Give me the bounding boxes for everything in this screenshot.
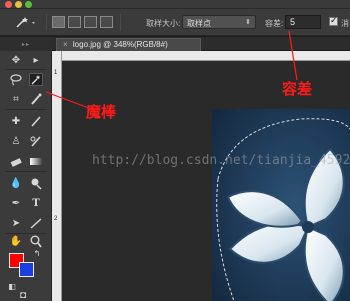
hand-icon[interactable]: ✋	[9, 235, 23, 248]
toolbox-separator	[5, 69, 47, 70]
ruler-number: 1	[54, 70, 58, 76]
document-tab-bar: × logo.jpg @ 348%(RGB/8#)	[52, 37, 350, 51]
options-separator	[120, 14, 121, 31]
tool-preset-picker[interactable]	[14, 16, 38, 29]
quick-mask-icon[interactable]: ◘	[16, 289, 30, 301]
magic-wand-annotation: 魔棒	[86, 103, 117, 121]
intersect-selection-button[interactable]	[100, 16, 113, 28]
document-image[interactable]	[212, 109, 350, 301]
add-to-selection-button[interactable]	[68, 16, 81, 28]
move-tool-icon[interactable]: ✥	[9, 54, 23, 67]
toolbox-separator	[5, 233, 47, 234]
new-selection-button[interactable]	[52, 16, 65, 28]
swap-colors-icon[interactable]: ↰	[30, 247, 44, 260]
tolerance-label: 容差:	[265, 19, 284, 28]
type-icon[interactable]: T	[29, 197, 43, 210]
vertical-ruler: 1 2	[52, 51, 62, 301]
toolbox-header[interactable]: ▸▸	[0, 37, 52, 51]
close-tab-icon[interactable]: ×	[63, 40, 68, 49]
horizontal-ruler	[52, 51, 350, 61]
tolerance-input[interactable]: 5	[285, 15, 321, 29]
options-bar: 取样大小: 取样点 ⬍ 容差: 5 消	[0, 9, 350, 36]
sample-size-label: 取样大小:	[146, 19, 181, 28]
eyedropper-icon[interactable]	[29, 93, 43, 106]
eraser-icon[interactable]	[9, 155, 23, 168]
healing-brush-icon[interactable]: ✚	[9, 115, 23, 128]
close-window-button[interactable]	[5, 1, 12, 8]
zoom-window-button[interactable]	[25, 1, 32, 8]
sample-size-select[interactable]: 取样点 ⬍	[182, 15, 256, 29]
pen-icon[interactable]: ✒	[9, 197, 23, 210]
watermark-text: http://blog.csdn.net/tianjia_4592	[92, 153, 350, 168]
gradient-icon[interactable]	[29, 155, 43, 168]
sample-size-value: 取样点	[187, 19, 211, 28]
line-shape-icon[interactable]	[29, 217, 43, 230]
magic-wand-tool-icon[interactable]	[29, 73, 43, 86]
minimize-window-button[interactable]	[15, 1, 22, 8]
toolbox-separator	[5, 109, 47, 110]
path-selection-icon[interactable]: ➤	[9, 217, 23, 230]
ruler-number: 2	[54, 216, 58, 222]
toolbox: ▸▸ ✥ ▸ ⌗ ✚ ♙ 💧 ✒ T ➤ ✋ ◧ ↰ ◘	[0, 37, 52, 301]
collapse-icon: ▸▸	[22, 42, 31, 48]
blur-icon[interactable]: 💧	[9, 177, 23, 190]
lasso-tool-icon[interactable]	[9, 73, 23, 86]
tolerance-annotation: 容差	[282, 80, 313, 98]
magic-wand-icon	[16, 17, 35, 28]
window-titlebar	[0, 0, 350, 9]
selection-arrow-icon[interactable]: ▸	[29, 54, 43, 67]
document-tab-title: logo.jpg @ 348%(RGB/8#)	[72, 40, 168, 49]
document-tab[interactable]: × logo.jpg @ 348%(RGB/8#)	[56, 38, 201, 51]
logo-image	[212, 109, 350, 301]
background-color-swatch[interactable]	[19, 262, 34, 277]
dodge-icon[interactable]	[29, 177, 43, 190]
toolbox-separator	[5, 171, 47, 172]
history-brush-icon[interactable]	[29, 135, 43, 148]
subtract-from-selection-button[interactable]	[84, 16, 97, 28]
crop-tool-icon[interactable]: ⌗	[9, 93, 23, 106]
antialias-label: 消	[341, 19, 349, 28]
brush-icon[interactable]	[29, 115, 43, 128]
chevron-down-icon: ⬍	[245, 19, 251, 26]
clone-stamp-icon[interactable]: ♙	[9, 135, 23, 148]
antialias-checkbox[interactable]	[329, 15, 338, 26]
options-separator	[46, 14, 47, 31]
